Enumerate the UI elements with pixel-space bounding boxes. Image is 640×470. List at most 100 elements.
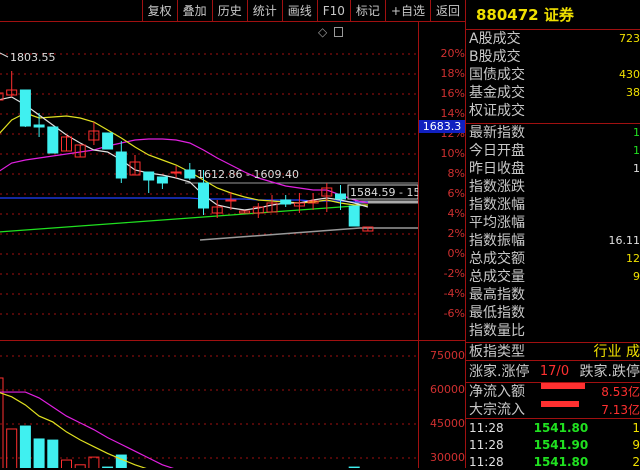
quote-row: 指数量比 xyxy=(466,322,640,340)
tick-volume: 2 xyxy=(632,453,640,470)
net-inflow-row: 净流入额 8.53亿 xyxy=(466,383,640,401)
volume-tick-label: 75000 xyxy=(421,349,465,362)
toolbar: 复权 叠加 历史 统计 画线 F10 标记 +自选 返回 xyxy=(0,0,465,22)
quote-row: 最高指数 xyxy=(466,286,640,304)
row-label: B股成交 xyxy=(469,48,521,66)
value: 7.13亿 xyxy=(601,401,640,418)
y-tick-label: -6% xyxy=(421,307,465,320)
candle-body xyxy=(20,90,30,126)
quote-row: A股成交 723 xyxy=(466,30,640,48)
value: 17/0 xyxy=(540,361,569,382)
quote-row: 基金成交 38 xyxy=(466,84,640,102)
candle-body xyxy=(226,200,236,201)
quote-row: 国债成交 430 xyxy=(466,66,640,84)
statistics-button[interactable]: 统计 xyxy=(247,0,282,22)
label: 大宗流入 xyxy=(469,401,525,418)
candle-body xyxy=(144,172,154,180)
row-label: 指数振幅 xyxy=(469,232,525,250)
row-label: 今日开盘 xyxy=(469,142,525,160)
value: 行业 成 xyxy=(594,343,640,360)
candle-body xyxy=(157,177,167,183)
block-inflow-row: 大宗流入 7.13亿 xyxy=(466,401,640,419)
volume-bar xyxy=(48,440,58,468)
y-tick-label: 14% xyxy=(421,107,465,120)
advance-decline-row: 涨家.涨停17/0跌家.跌停 xyxy=(466,361,640,383)
y-tick-label: 16% xyxy=(421,87,465,100)
back-button[interactable]: 返回 xyxy=(430,0,465,22)
y-tick-label: -2% xyxy=(421,267,465,280)
draw-line-button[interactable]: 画线 xyxy=(282,0,317,22)
tick-volume: 9 xyxy=(632,436,640,453)
f10-button[interactable]: F10 xyxy=(317,0,350,22)
quote-row: 指数振幅 16.11 xyxy=(466,232,640,250)
y-tick-label: 4% xyxy=(421,207,465,220)
volume-bar xyxy=(116,455,126,468)
volume-tick-label: 60000 xyxy=(421,383,465,396)
add-watchlist-button[interactable]: +自选 xyxy=(385,0,430,22)
candle-body xyxy=(199,183,209,208)
row-label: 平均涨幅 xyxy=(469,214,525,232)
row-label: 国债成交 xyxy=(469,66,525,84)
tick-price: 1541.80 xyxy=(534,453,589,470)
candle-body xyxy=(281,200,291,204)
label: 净流入额 xyxy=(469,383,525,401)
row-value: 16.11 xyxy=(609,232,640,250)
row-label: 权证成交 xyxy=(469,102,525,120)
overlay-button[interactable]: 叠加 xyxy=(177,0,212,22)
row-label: 昨日收盘 xyxy=(469,160,525,178)
price-cursor-tag: 1683.3 xyxy=(419,120,465,133)
row-value: 12 xyxy=(626,250,640,268)
row-value: 1 xyxy=(633,124,640,142)
divider xyxy=(0,340,465,341)
y-tick-label: 18% xyxy=(421,67,465,80)
annotation-label: 1612.86 - 1609.40 xyxy=(197,168,299,181)
row-value: 430 xyxy=(619,66,640,84)
quote-row: B股成交 xyxy=(466,48,640,66)
row-label: 指数量比 xyxy=(469,322,525,340)
tick-row: 11:28 1541.80 1 xyxy=(466,419,640,436)
quote-row: 指数涨跌 xyxy=(466,178,640,196)
diamond-icon[interactable]: ◇ xyxy=(318,25,327,39)
row-value: 1 xyxy=(633,142,640,160)
quote-row: 总成交量9 xyxy=(466,268,640,286)
candle-body xyxy=(185,170,195,178)
quote-row: 今日开盘 1 xyxy=(466,142,640,160)
restore-rights-button[interactable]: 复权 xyxy=(142,0,177,22)
candle-body xyxy=(34,125,44,127)
tick-price: 1541.80 xyxy=(534,419,589,436)
quote-row: 总成交额 12 xyxy=(466,250,640,268)
row-label: 总成交额 xyxy=(469,250,525,268)
y-tick-label: 2% xyxy=(421,227,465,240)
quote-row: 指数涨幅 xyxy=(466,196,640,214)
row-value: 38 xyxy=(626,84,640,102)
quote-row: 平均涨幅 xyxy=(466,214,640,232)
candle-body xyxy=(48,127,58,153)
tick-volume: 1 xyxy=(632,419,640,436)
row-label: A股成交 xyxy=(469,30,521,48)
y-tick-label: 10% xyxy=(421,147,465,160)
volume-bar xyxy=(89,457,99,468)
panel-toggle-icon[interactable] xyxy=(334,27,343,37)
label: 涨家.涨停 xyxy=(469,361,529,382)
y-tick-label: -4% xyxy=(421,287,465,300)
row-label: 指数涨幅 xyxy=(469,196,525,214)
row-label: 最新指数 xyxy=(469,124,525,142)
divider xyxy=(418,22,419,468)
y-tick-label: 8% xyxy=(421,167,465,180)
volume-bar xyxy=(62,460,72,468)
value: 8.53亿 xyxy=(601,383,640,401)
volume-bar xyxy=(20,426,30,468)
volume-tick-label: 45000 xyxy=(421,417,465,430)
row-value: 723 xyxy=(619,30,640,48)
tick-time: 11:28 xyxy=(469,419,504,436)
tick-row: 11:281541.909 xyxy=(466,436,640,453)
tick-time: 11:28 xyxy=(469,453,504,470)
annotation-label: 1584.59 - 157 xyxy=(350,186,418,199)
row-label: 基金成交 xyxy=(469,84,525,102)
mark-button[interactable]: 标记 xyxy=(350,0,385,22)
candle-body xyxy=(171,172,181,173)
kline-chart[interactable]: 1803.551612.86 - 1609.401584.59 - 157 xyxy=(0,0,418,468)
quote-row: 最低指数 xyxy=(466,304,640,322)
row-label: 最低指数 xyxy=(469,304,525,322)
history-button[interactable]: 历史 xyxy=(212,0,247,22)
